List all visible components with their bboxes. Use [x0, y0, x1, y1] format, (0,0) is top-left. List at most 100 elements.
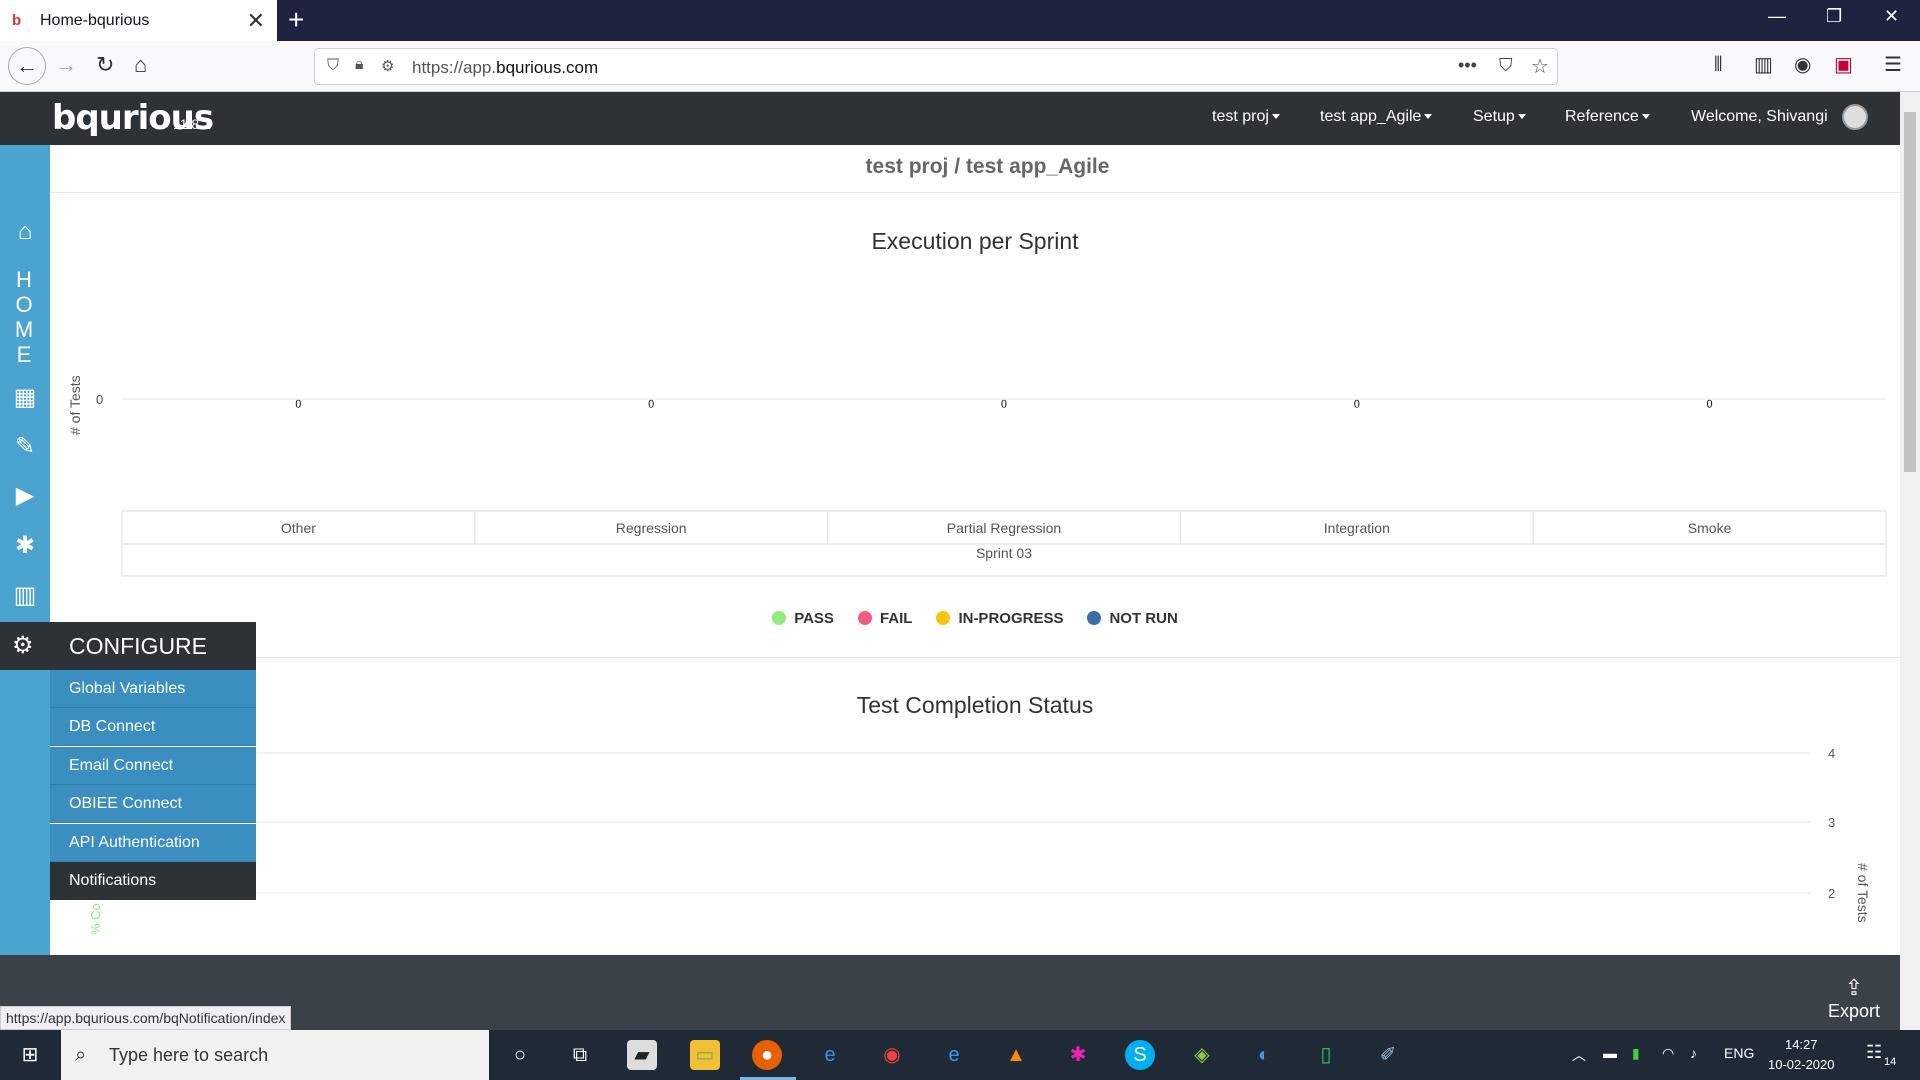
bookmark-star-icon[interactable]: ☆: [1531, 54, 1549, 79]
shield-icon[interactable]: ⛉: [327, 57, 339, 75]
close-tab-icon[interactable]: ✕: [247, 8, 265, 34]
volume-icon[interactable]: ♪: [1690, 1045, 1697, 1061]
configure-item-api-authentication[interactable]: API Authentication: [50, 824, 256, 862]
data-label: 0: [1353, 397, 1360, 411]
page-scrollbar[interactable]: [1900, 92, 1920, 1030]
app-header: bqurious 11.8.1 test proj test app_Agile…: [0, 92, 1900, 145]
taskbar-clock[interactable]: 14:27 10-02-2020: [1768, 1035, 1835, 1075]
pencil-icon[interactable]: ✎: [10, 432, 40, 462]
battery-icon[interactable]: ▬: [1603, 1045, 1617, 1061]
application-menu[interactable]: test app_Agile: [1320, 108, 1433, 126]
restore-icon[interactable]: ❐: [1826, 6, 1842, 27]
configure-item-obiee-connect[interactable]: OBIEE Connect: [50, 785, 256, 823]
back-icon[interactable]: ←: [8, 47, 46, 85]
show-hidden-icons-icon[interactable]: ︿: [1572, 1045, 1586, 1065]
play-icon[interactable]: ▶: [10, 481, 40, 511]
home-icon[interactable]: ⌂: [10, 217, 40, 247]
edge-icon[interactable]: e: [815, 1040, 845, 1070]
pocket-icon[interactable]: ⛉: [1499, 55, 1513, 76]
sidebar-toggle-icon[interactable]: ▥: [1754, 52, 1773, 78]
category-label: Regression: [616, 520, 687, 536]
url-text: https://app.bqurious.com: [412, 58, 599, 77]
caret-down-icon: [1517, 114, 1526, 120]
configure-header[interactable]: ⚙ CONFIGURE: [0, 622, 256, 670]
test-completion-status-chart: 4 3 2 # of Tests % Co: [88, 746, 1871, 935]
url-bar[interactable]: ⛉ 🔒︎ ⚙ https://app.bqurious.com ••• ⛉ ☆: [314, 48, 1558, 85]
new-tab-icon[interactable]: +: [288, 4, 304, 36]
account-icon[interactable]: ◉: [1794, 52, 1811, 78]
y-tick-label: 2: [1828, 886, 1835, 901]
wifi-icon[interactable]: ◠: [1662, 1045, 1674, 1062]
data-label: 0: [1706, 397, 1713, 411]
hamburger-menu-icon[interactable]: ☰: [1884, 52, 1902, 78]
scrollbar-thumb[interactable]: [1904, 112, 1916, 472]
bug-icon[interactable]: ✱: [10, 531, 40, 561]
android-studio-icon[interactable]: ◈: [1187, 1040, 1217, 1070]
reload-icon[interactable]: ↻: [96, 52, 114, 78]
chart-legend: PASS FAIL IN-PROGRESS NOT RUN: [50, 610, 1900, 627]
configure-item-db-connect[interactable]: DB Connect: [50, 708, 256, 746]
legend-pass[interactable]: PASS: [772, 610, 834, 627]
home-vertical-label[interactable]: H O M E: [14, 267, 34, 367]
close-window-icon[interactable]: ✕: [1884, 6, 1899, 27]
browser-tab[interactable]: b Home-bqurious ✕: [0, 0, 277, 41]
bar-chart-icon[interactable]: ▥: [10, 581, 40, 611]
search-icon: ⌕: [75, 1044, 87, 1066]
export-button[interactable]: ⇪ Export: [1828, 975, 1880, 1022]
chrome-icon[interactable]: ◉: [877, 1040, 907, 1070]
tab-title: Home-bqurious: [40, 11, 150, 29]
language-indicator[interactable]: ENG: [1724, 1045, 1754, 1061]
internet-explorer-icon[interactable]: e: [939, 1040, 969, 1070]
lock-icon[interactable]: 🔒︎: [355, 56, 364, 74]
legend-dot: [936, 611, 951, 625]
y-axis-label-right: # of Tests: [1855, 863, 1871, 923]
configure-item-email-connect[interactable]: Email Connect: [50, 747, 256, 785]
file-explorer-icon[interactable]: ▭: [690, 1040, 720, 1070]
forward-icon[interactable]: →: [55, 52, 77, 78]
minimize-icon[interactable]: —: [1768, 6, 1786, 27]
tray-app-icon[interactable]: ▮: [1632, 1045, 1640, 1062]
y-axis-label: # of Tests: [67, 375, 83, 435]
legend-dot: [772, 611, 787, 625]
project-menu[interactable]: test proj: [1212, 108, 1280, 126]
setup-menu[interactable]: Setup: [1473, 108, 1526, 126]
configure-flyout: ⚙ CONFIGURE Global Variables DB Connect …: [0, 622, 256, 901]
taskbar-search-box[interactable]: ⌕ Type here to search: [61, 1030, 489, 1080]
phone-app-icon[interactable]: ▯: [1311, 1040, 1341, 1070]
firefox-icon[interactable]: ●: [752, 1040, 782, 1070]
configure-item-global-variables[interactable]: Global Variables: [50, 670, 256, 708]
legend-dot: [1087, 611, 1102, 625]
calendar-icon[interactable]: ▦: [10, 383, 40, 413]
legend-not-run[interactable]: NOT RUN: [1087, 610, 1178, 627]
group-label: Sprint 03: [976, 545, 1032, 561]
action-center-icon[interactable]: ☷: [1866, 1042, 1882, 1063]
task-view-icon[interactable]: ⧉: [565, 1040, 595, 1070]
gears-icon: ⚙: [12, 632, 34, 659]
y-tick-label: 3: [1828, 815, 1835, 830]
extension-icon[interactable]: ▣: [1834, 52, 1853, 78]
vlc-icon[interactable]: ▲: [1001, 1040, 1031, 1070]
windows-start-icon[interactable]: ⊞: [15, 1040, 45, 1070]
welcome-user-menu[interactable]: Welcome, Shivangi: [1691, 108, 1828, 126]
execution-per-sprint-chart: # of Tests 0 0 0 0 0 0 Other Regression Partial R…: [67, 375, 1887, 577]
home-icon[interactable]: ⌂: [134, 52, 147, 78]
library-icon[interactable]: ⫴: [1714, 52, 1722, 78]
cortana-icon[interactable]: ○: [505, 1040, 535, 1070]
page-actions-icon[interactable]: •••: [1458, 55, 1477, 76]
legend-fail[interactable]: FAIL: [857, 610, 912, 627]
legend-in-progress[interactable]: IN-PROGRESS: [936, 610, 1063, 627]
permissions-icon[interactable]: ⚙: [381, 57, 394, 75]
paint-icon[interactable]: ✐: [1373, 1040, 1403, 1070]
slack-icon[interactable]: ✱: [1063, 1040, 1093, 1070]
sticky-notes-icon[interactable]: ▰: [627, 1040, 657, 1070]
app-icon[interactable]: ◐: [1249, 1040, 1279, 1070]
data-label: 0: [295, 397, 302, 411]
avatar[interactable]: [1842, 104, 1868, 130]
category-label: Smoke: [1688, 520, 1732, 536]
legend-dot: [857, 611, 872, 625]
category-label: Integration: [1324, 520, 1390, 536]
caret-down-icon: [1641, 114, 1650, 120]
configure-item-notifications[interactable]: Notifications: [50, 862, 256, 900]
skype-icon[interactable]: S: [1125, 1040, 1155, 1070]
reference-menu[interactable]: Reference: [1565, 108, 1650, 126]
